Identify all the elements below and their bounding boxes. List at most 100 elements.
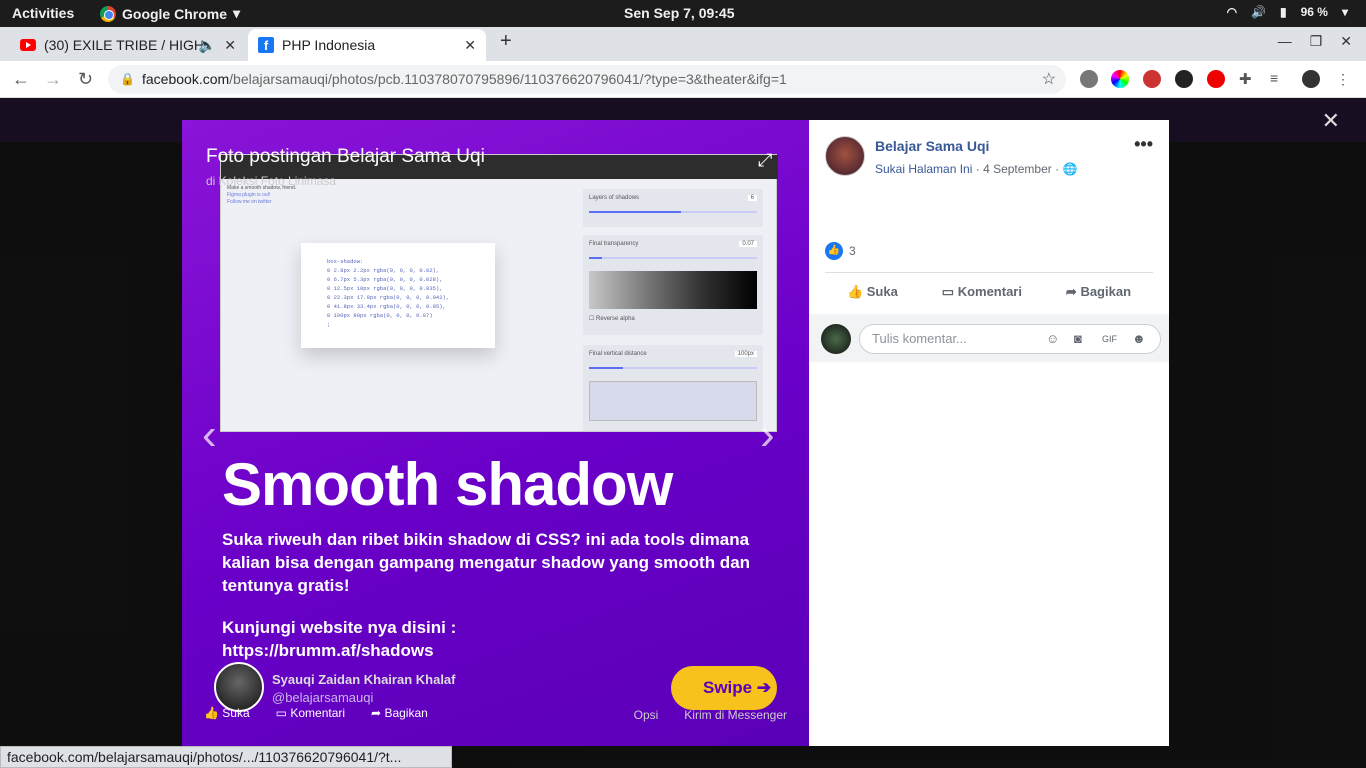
lock-icon: 🔒 <box>120 72 135 86</box>
like-button[interactable]: 👍 Suka <box>847 284 898 300</box>
emoji-icon[interactable]: ☺ <box>1046 325 1059 353</box>
code-card: box-shadow: 0 2.8px 2.2px rgba(0, 0, 0, … <box>301 243 495 348</box>
activities-button[interactable]: Activities <box>12 5 74 21</box>
more-options-icon[interactable]: ••• <box>1134 134 1153 155</box>
color-picker-icon[interactable] <box>1111 70 1129 88</box>
slider-track[interactable] <box>589 367 757 369</box>
opera-icon[interactable] <box>1207 70 1225 88</box>
app-menu[interactable]: Google Chrome ▾ <box>100 5 240 22</box>
photo-album-link[interactable]: di Koleksi Foto Linimasa <box>206 174 336 188</box>
share-button[interactable]: ➦ Bagikan <box>371 706 428 720</box>
facebook-page: ✕ Make a smooth shadow, friend. Figma pl… <box>0 98 1366 768</box>
gif-icon[interactable]: GIF <box>1102 325 1117 353</box>
extension-icon[interactable] <box>1143 70 1161 88</box>
description: Suka riweuh dan ribet bikin shadow di CS… <box>222 530 751 595</box>
like-button[interactable]: 👍 Suka <box>204 706 250 720</box>
close-window-icon[interactable]: ✕ <box>1340 33 1352 50</box>
visit-url: https://brumm.af/shadows <box>222 641 434 660</box>
photo-title: Foto postingan Belajar Sama Uqi <box>206 146 485 167</box>
alpha-curve[interactable] <box>589 271 757 309</box>
panel-value: 100px <box>734 351 757 357</box>
reload-icon[interactable]: ↻ <box>78 69 93 90</box>
arrow-right-icon: ➔ <box>756 678 772 697</box>
like-label: Suka <box>866 284 898 299</box>
clock[interactable]: Sen Sep 7, 09:45 <box>624 5 735 21</box>
battery-level: 96 % <box>1300 5 1328 19</box>
bookmark-star-icon[interactable]: ☆ <box>1042 65 1056 94</box>
embedded-screenshot: Make a smooth shadow, friend. Figma plug… <box>220 154 778 432</box>
share-icon: ➦ <box>1065 284 1077 299</box>
url-host: facebook.com <box>142 71 230 87</box>
extension-icon[interactable] <box>1175 70 1193 88</box>
back-icon[interactable]: ← <box>12 69 30 90</box>
author-handle: @belajarsamauqi <box>272 690 374 705</box>
reverse-alpha-checkbox[interactable]: ☐ Reverse alpha <box>589 315 757 322</box>
panel-layers: Layers of shadows 6 <box>583 189 763 227</box>
options-link[interactable]: Opsi <box>634 708 659 722</box>
like-page-link[interactable]: Sukai Halaman Ini <box>875 162 972 176</box>
photo-secondary-actions: Opsi Kirim di Messenger <box>634 708 787 722</box>
sticker-icon[interactable]: ☻ <box>1132 325 1146 353</box>
distance-curve[interactable] <box>589 381 757 421</box>
slider-track[interactable] <box>589 257 757 259</box>
mute-icon[interactable]: 🔈 <box>199 37 216 54</box>
system-tray[interactable]: ◠ 🔊 ▮ 96 % ▾ <box>1227 5 1348 19</box>
comment-button[interactable]: ▭ Komentari <box>942 284 1022 300</box>
battery-icon: ▮ <box>1280 5 1287 19</box>
panel-value: 0.07 <box>739 241 757 247</box>
author-avatar <box>214 662 264 712</box>
share-button[interactable]: ➦ Bagikan <box>1066 284 1131 300</box>
code-line: 0 6.7px 5.3px rgba(0, 0, 0, 0.028), <box>327 276 443 283</box>
avatar[interactable] <box>1302 70 1320 88</box>
like-label: Suka <box>222 706 250 720</box>
system-topbar: Activities Google Chrome ▾ Sen Sep 7, 09:… <box>0 0 1366 27</box>
puzzle-icon[interactable]: ✚ <box>1239 70 1257 88</box>
swipe-label: Swipe <box>703 678 753 697</box>
close-tab-icon[interactable]: ✕ <box>464 37 476 54</box>
close-viewer-icon[interactable]: ✕ <box>1322 108 1340 134</box>
maximize-icon[interactable]: ❐ <box>1310 33 1323 50</box>
slider-fill <box>589 257 603 259</box>
media-icon[interactable]: ≡ <box>1270 70 1288 88</box>
share-label: Bagikan <box>1080 284 1132 299</box>
reaction-summary[interactable]: 👍 3 <box>825 242 856 260</box>
extension-icon[interactable] <box>1080 70 1098 88</box>
slider-track[interactable] <box>589 211 757 213</box>
send-messenger-link[interactable]: Kirim di Messenger <box>684 708 787 722</box>
checkbox-label: Reverse alpha <box>596 316 635 322</box>
forward-icon[interactable]: → <box>44 69 62 90</box>
chevron-down-icon: ▾ <box>1341 5 1348 19</box>
page-name[interactable]: Belajar Sama Uqi <box>875 138 989 154</box>
next-photo-icon[interactable]: › <box>760 410 775 460</box>
code-line: 0 41.8px 33.4px rgba(0, 0, 0, 0.05), <box>327 303 446 310</box>
comment-label: Komentari <box>957 284 1022 299</box>
youtube-icon <box>20 39 36 51</box>
photo-stage[interactable]: Make a smooth shadow, friend. Figma plug… <box>182 120 809 746</box>
panel-label: Final vertical distance <box>589 351 647 357</box>
fullscreen-icon[interactable]: ⤢ <box>758 150 772 171</box>
new-tab-button[interactable]: + <box>500 30 512 53</box>
comment-button[interactable]: ▭ Komentari <box>276 706 345 720</box>
headline: Smooth shadow <box>222 451 673 518</box>
comment-input[interactable]: Tulis komentar... ☺ ◙ GIF ☻ <box>859 324 1161 354</box>
tab-php-indonesia[interactable]: f PHP Indonesia ✕ <box>248 29 486 61</box>
comment-label: Komentari <box>290 706 346 720</box>
intro-line: Follow me on twitter <box>227 199 272 205</box>
page-avatar[interactable] <box>825 136 865 176</box>
camera-icon[interactable]: ◙ <box>1074 325 1082 353</box>
thumb-up-icon: 👍 <box>204 706 219 720</box>
post-date[interactable]: 4 September <box>983 162 1052 176</box>
url-input[interactable]: 🔒 facebook.com/belajarsamauqi/photos/pcb.… <box>108 65 1066 94</box>
tab-strip: (30) EXILE TRIBE / HIGH 🔈 ✕ f PHP Indonesia… <box>0 27 1366 61</box>
menu-icon[interactable]: ⋮ <box>1336 70 1354 88</box>
tab-youtube[interactable]: (30) EXILE TRIBE / HIGH 🔈 ✕ <box>10 29 246 61</box>
comment-composer: Tulis komentar... ☺ ◙ GIF ☻ <box>809 314 1169 362</box>
status-bar-url: facebook.com/belajarsamauqi/photos/.../1… <box>0 746 452 768</box>
panel-label: Final transparency <box>589 241 639 247</box>
visit-line: Kunjungi website nya disini : <box>222 618 457 637</box>
previous-photo-icon[interactable]: ‹ <box>202 410 217 460</box>
comment-icon: ▭ <box>275 706 287 720</box>
tab-title: PHP Indonesia <box>282 37 376 53</box>
close-tab-icon[interactable]: ✕ <box>224 37 236 54</box>
minimize-icon[interactable]: — <box>1278 33 1292 50</box>
